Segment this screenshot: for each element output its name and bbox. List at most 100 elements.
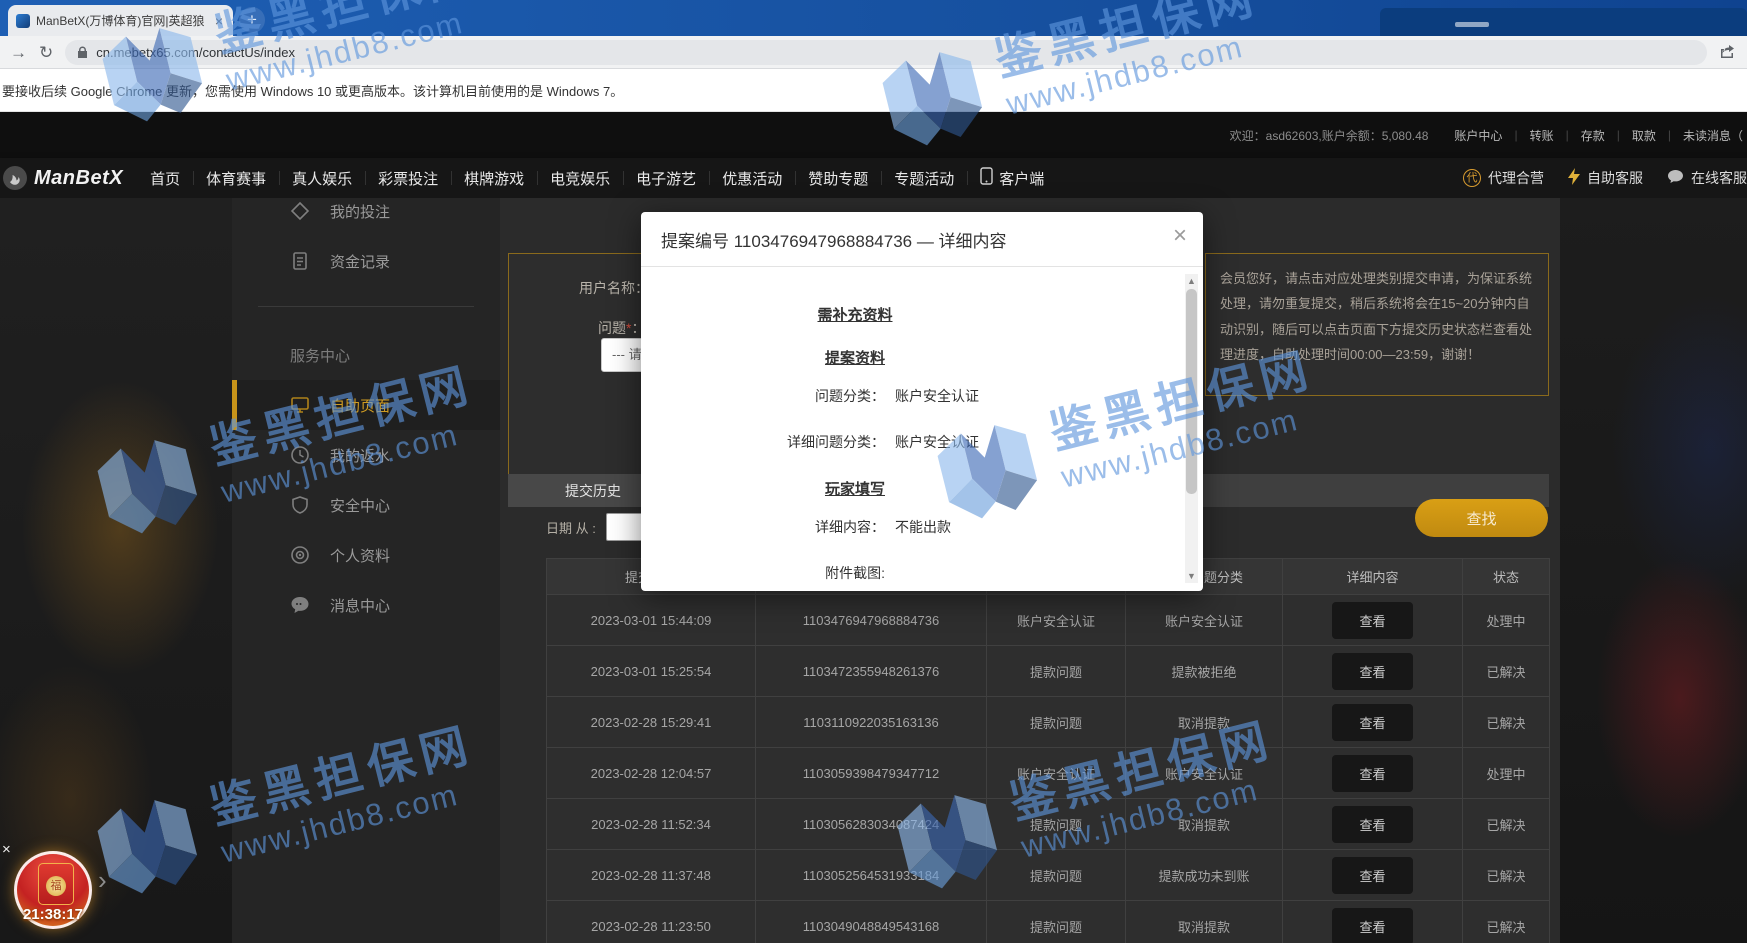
nav-item-label: 电子游艺 — [636, 168, 696, 189]
sidebar-item-2[interactable]: 资金记录 — [232, 236, 500, 286]
cell-proposal-id: 1103110922035163136 — [756, 697, 987, 748]
nav-item-7[interactable]: 电子游艺 — [623, 158, 709, 198]
sidebar-item-service-4[interactable]: 个人资料 — [232, 530, 500, 580]
nav-item-1[interactable]: 首页 — [137, 158, 193, 198]
cell-status: 已解决 — [1463, 646, 1550, 697]
cell-proposal-id: 1103472355948261376 — [756, 646, 987, 697]
nav-item-11[interactable]: 客户端 — [967, 158, 1057, 198]
modal-field-row: 详细问题分类：账户安全认证 — [685, 432, 1181, 452]
modal-body: 需补充资料提案资料问题分类：账户安全认证详细问题分类：账户安全认证玩家填写详细内… — [641, 268, 1181, 591]
profile-icon — [290, 545, 310, 565]
brand-flame-icon — [2, 165, 28, 191]
cell-proposal-id: 1103059398479347712 — [756, 748, 987, 799]
nav-item-3[interactable]: 真人娱乐 — [279, 158, 365, 198]
topbar-link-4[interactable]: 取款 — [1632, 127, 1656, 144]
screen: ManBetX(万博体育)官网|英超狼 × + → ↻ cn.mebetx65.… — [0, 0, 1747, 943]
topbar-link-1[interactable]: 账户中心 — [1454, 127, 1502, 144]
topbar-links: 账户中心|转账|存款|取款|未读消息（ — [1454, 127, 1743, 144]
nav-item-6[interactable]: 电竞娱乐 — [537, 158, 623, 198]
topbar-link-5[interactable]: 未读消息（ — [1683, 127, 1743, 144]
table-row: 2023-02-28 12:04:571103059398479347712账户… — [547, 748, 1550, 799]
cell-status: 处理中 — [1463, 595, 1550, 646]
nav-right-label: 在线客服 — [1691, 168, 1747, 188]
column-header: 详细内容 — [1283, 559, 1463, 595]
cell-category: 提款问题 — [987, 901, 1126, 943]
nav-right-item-2[interactable]: 自助客服 — [1568, 168, 1643, 188]
modal-scrollbar[interactable]: ▲ ▼ — [1185, 274, 1198, 583]
sidebar-item-label: 我的投注 — [330, 201, 390, 222]
brand-text: ManBetX — [34, 167, 123, 190]
view-button[interactable]: 查看 — [1332, 857, 1412, 894]
reload-icon[interactable]: ↻ — [39, 44, 53, 61]
sidebar-item-label: 自助页面 — [330, 395, 390, 416]
sidebar-item-service-5[interactable]: 消息中心 — [232, 580, 500, 630]
member-sidebar: 我的投注资金记录服务中心自助页面我的返水安全中心个人资料消息中心 — [232, 198, 500, 943]
cell-subcategory: 账户安全认证 — [1126, 595, 1283, 646]
agent-badge-icon: 代 — [1463, 169, 1481, 187]
monitor-icon — [290, 395, 310, 415]
nav-item-8[interactable]: 优惠活动 — [709, 158, 795, 198]
modal-header: 提案编号 1103476947968884736 — 详细内容 × — [641, 212, 1203, 267]
promo-expand-chevron-icon[interactable]: › — [98, 865, 107, 896]
new-tab-button[interactable]: + — [239, 7, 265, 33]
url-text: cn.mebetx65.com/contactUs/index — [96, 45, 295, 60]
modal-field-value: 不能出款 — [895, 517, 951, 537]
nav-right-item-3[interactable]: 在线客服 — [1667, 168, 1747, 188]
sidebar-item-1[interactable]: 我的投注 — [232, 198, 500, 236]
left-promo-image — [0, 198, 232, 943]
scroll-down-icon[interactable]: ▼ — [1185, 571, 1198, 581]
cell-status: 处理中 — [1463, 748, 1550, 799]
red-packet-icon[interactable]: 福 21:38:17 — [14, 851, 92, 929]
cell-subcategory: 取消提款 — [1126, 901, 1283, 943]
cell-status: 已解决 — [1463, 901, 1550, 943]
forward-icon[interactable]: → — [10, 44, 27, 61]
scroll-up-icon[interactable]: ▲ — [1185, 276, 1198, 286]
nav-item-label: 客户端 — [999, 168, 1044, 189]
scroll-thumb[interactable] — [1186, 289, 1197, 494]
table-row: 2023-03-01 15:25:541103472355948261376提款… — [547, 646, 1550, 697]
nav-item-2[interactable]: 体育赛事 — [193, 158, 279, 198]
cell-status: 已解决 — [1463, 850, 1550, 901]
tab-close-icon[interactable]: × — [213, 13, 225, 29]
nav-item-5[interactable]: 棋牌游戏 — [451, 158, 537, 198]
bet-icon — [290, 201, 310, 221]
view-button[interactable]: 查看 — [1332, 602, 1412, 639]
cell-subcategory: 提款成功未到账 — [1126, 850, 1283, 901]
red-envelope-icon: 福 — [38, 863, 74, 905]
topbar-link-3[interactable]: 存款 — [1581, 127, 1605, 144]
rebate-icon — [290, 445, 310, 465]
promo-close-icon[interactable]: × — [2, 841, 11, 858]
view-button[interactable]: 查看 — [1332, 755, 1412, 792]
cell-submit-time: 2023-02-28 15:29:41 — [547, 697, 756, 748]
cell-submit-time: 2023-03-01 15:25:54 — [547, 646, 756, 697]
topbar-link-2[interactable]: 转账 — [1530, 127, 1554, 144]
share-icon[interactable] — [1719, 44, 1737, 60]
view-button[interactable]: 查看 — [1332, 704, 1412, 741]
sidebar-item-service-3[interactable]: 安全中心 — [232, 480, 500, 530]
chrome-update-banner: 要接收后续 Google Chrome 更新，您需使用 Windows 10 或… — [0, 69, 1747, 112]
cell-category: 提款问题 — [987, 799, 1126, 850]
browser-tab[interactable]: ManBetX(万博体育)官网|英超狼 × — [8, 5, 233, 36]
view-button[interactable]: 查看 — [1332, 908, 1412, 943]
sidebar-item-service-2[interactable]: 我的返水 — [232, 430, 500, 480]
nav-item-9[interactable]: 赞助专题 — [795, 158, 881, 198]
lock-icon — [77, 46, 88, 59]
cell-submit-time: 2023-02-28 12:04:57 — [547, 748, 756, 799]
view-button[interactable]: 查看 — [1332, 653, 1412, 690]
view-button[interactable]: 查看 — [1332, 806, 1412, 843]
site-logo[interactable]: ManBetX — [2, 165, 123, 191]
nav-right-item-1[interactable]: 代代理合营 — [1463, 168, 1544, 188]
nav-item-4[interactable]: 彩票投注 — [365, 158, 451, 198]
modal-field-row: 问题分类：账户安全认证 — [685, 386, 1181, 406]
cell-submit-time: 2023-02-28 11:37:48 — [547, 850, 756, 901]
modal-section-heading: 玩家填写 — [685, 478, 1025, 499]
address-bar[interactable]: cn.mebetx65.com/contactUs/index — [65, 40, 1707, 65]
modal-title: 提案编号 1103476947968884736 — 详细内容 — [661, 227, 1007, 252]
nav-item-10[interactable]: 专题活动 — [881, 158, 967, 198]
modal-field-label: 详细内容： — [685, 517, 885, 537]
cell-subcategory: 取消提款 — [1126, 697, 1283, 748]
sidebar-item-label: 资金记录 — [330, 251, 390, 272]
search-button[interactable]: 查找 — [1415, 499, 1548, 537]
sidebar-item-service-1[interactable]: 自助页面 — [232, 380, 500, 430]
modal-close-icon[interactable]: × — [1173, 224, 1187, 248]
